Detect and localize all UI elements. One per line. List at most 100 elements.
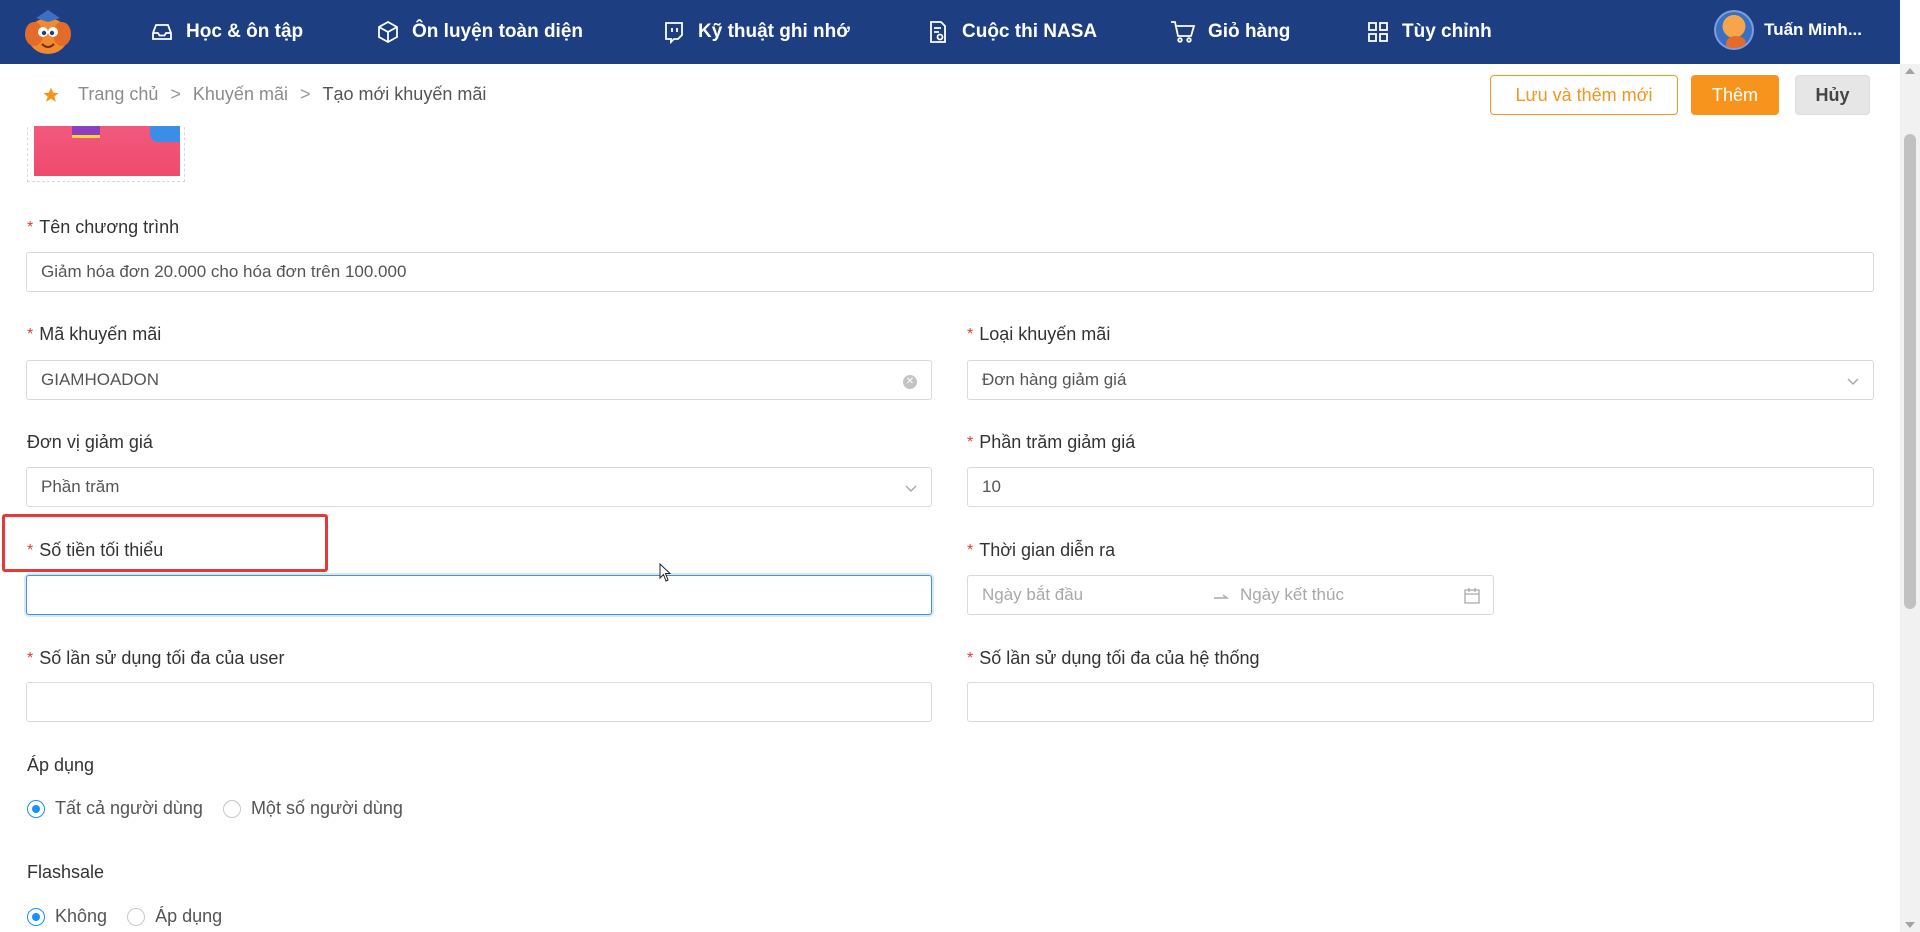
label-text: Loại khuyến mãi <box>979 324 1111 344</box>
flashsale-no-radio[interactable]: Không <box>27 906 107 927</box>
label-text: Flashsale <box>27 862 105 882</box>
calendar-icon <box>1464 588 1480 604</box>
top-navigation: Học & ôn tập Ôn luyện toàn diện Kỹ thuật… <box>0 0 1900 64</box>
required-mark: * <box>27 649 34 667</box>
app-root: Học & ôn tập Ôn luyện toàn diện Kỹ thuật… <box>0 0 1920 932</box>
cube-icon <box>378 20 398 44</box>
label-text: Thời gian diễn ra <box>979 540 1116 560</box>
scroll-down-arrow[interactable] <box>1905 922 1915 928</box>
save-and-add-new-button[interactable]: Lưu và thêm mới <box>1490 75 1678 115</box>
program-name-label: * Tên chương trình <box>27 217 179 238</box>
discount-percent-label: * Phần trăm giảm giá <box>967 432 1135 453</box>
breadcrumb-current: Tạo mới khuyến mãi <box>322 84 487 104</box>
radio-unselected-icon <box>127 907 146 926</box>
required-mark: * <box>27 325 34 343</box>
promo-code-input[interactable]: GIAMHOADON ✕ <box>26 360 932 400</box>
apply-label: Áp dụng <box>27 755 94 776</box>
cart-icon <box>1171 21 1196 43</box>
chevron-down-icon <box>905 485 917 493</box>
mouse-cursor-icon <box>659 563 672 582</box>
breadcrumb: Trang chủ > Khuyến mãi > Tạo mới khuyến … <box>42 84 486 105</box>
nav-item-on-luyen[interactable]: Ôn luyện toàn diện <box>376 0 583 64</box>
end-date-input[interactable]: Ngày kết thúc <box>1240 585 1344 605</box>
start-date-input[interactable]: Ngày bắt đầu <box>982 585 1083 605</box>
nav-item-label: Kỹ thuật ghi nhớ <box>698 21 850 42</box>
grid-icon <box>1368 22 1388 42</box>
cancel-button[interactable]: Hủy <box>1795 75 1870 115</box>
user-name: Tuấn Minh... <box>1764 20 1862 39</box>
discount-unit-select[interactable]: Phần trăm <box>26 467 932 507</box>
nav-item-tuy-chinh[interactable]: Tùy chỉnh <box>1366 0 1492 64</box>
discount-percent-input[interactable]: 10 <box>967 467 1874 507</box>
apply-radio-group: Tất cả người dùng Một số người dùng <box>27 798 423 819</box>
clear-icon[interactable]: ✕ <box>903 375 917 389</box>
radio-label: Áp dụng <box>155 906 223 926</box>
twitch-chat-icon <box>665 22 683 44</box>
nav-item-label: Cuộc thi NASA <box>962 21 1098 42</box>
label-text: Áp dụng <box>27 755 95 775</box>
nav-item-label: Học & ôn tập <box>186 21 304 42</box>
max-uses-system-label: * Số lần sử dụng tối đa của hệ thống <box>967 648 1260 669</box>
radio-label: Tất cả người dùng <box>55 798 203 818</box>
date-range-picker[interactable]: Ngày bắt đầu Ngày kết thúc <box>967 575 1494 615</box>
radio-label: Không <box>55 906 108 926</box>
label-text: Số tiền tối thiểu <box>39 540 164 560</box>
nav-item-cuoc-thi-nasa[interactable]: Cuộc thi NASA <box>926 0 1097 64</box>
radio-selected-icon <box>27 799 45 818</box>
page-scrollbar[interactable] <box>1900 64 1920 932</box>
min-amount-input[interactable] <box>26 575 932 615</box>
user-menu[interactable]: Tuấn Minh... <box>1714 10 1862 50</box>
program-name-input[interactable]: Giảm hóa đơn 20.000 cho hóa đơn trên 100… <box>26 252 1874 292</box>
chevron-down-icon <box>1847 378 1859 386</box>
required-mark: * <box>967 649 974 667</box>
app-logo[interactable] <box>22 8 74 56</box>
max-uses-system-input[interactable] <box>967 682 1874 722</box>
breadcrumb-home[interactable]: Trang chủ <box>78 84 158 105</box>
inbox-icon <box>152 24 172 40</box>
flashsale-apply-radio[interactable]: Áp dụng <box>127 906 222 927</box>
nav-item-label: Giỏ hàng <box>1208 21 1291 42</box>
scroll-up-arrow[interactable] <box>1905 68 1915 74</box>
label-text: Mã khuyến mãi <box>39 324 162 344</box>
promo-type-select[interactable]: Đơn hàng giảm giá <box>967 360 1874 400</box>
label-text: Tên chương trình <box>39 217 180 237</box>
banner-image-upload[interactable] <box>27 122 185 182</box>
document-icon <box>930 21 946 43</box>
flashsale-label: Flashsale <box>27 862 104 883</box>
banner-image <box>34 122 180 176</box>
radio-label: Một số người dùng <box>250 798 403 818</box>
breadcrumb-separator: > <box>299 84 311 104</box>
radio-unselected-icon <box>222 799 241 818</box>
nav-item-gio-hang[interactable]: Giỏ hàng <box>1170 0 1290 64</box>
star-icon <box>43 87 59 102</box>
min-amount-label: * Số tiền tối thiểu <box>27 540 163 561</box>
promo-type-value: Đơn hàng giảm giá <box>982 370 1127 389</box>
duration-label: * Thời gian diễn ra <box>967 540 1115 561</box>
nav-item-label: Tùy chỉnh <box>1402 21 1492 42</box>
add-button[interactable]: Thêm <box>1691 75 1779 115</box>
discount-unit-value: Phần trăm <box>41 477 120 496</box>
label-text: Số lần sử dụng tối đa của user <box>39 648 285 668</box>
nav-item-label: Ôn luyện toàn diện <box>412 21 584 42</box>
promo-code-label: * Mã khuyến mãi <box>27 324 161 345</box>
apply-all-users-radio[interactable]: Tất cả người dùng <box>27 798 203 819</box>
required-mark: * <box>27 218 34 236</box>
label-text: Phần trăm giảm giá <box>979 432 1136 452</box>
required-mark: * <box>27 541 34 559</box>
apply-some-users-radio[interactable]: Một số người dùng <box>222 798 403 819</box>
scrollbar-thumb[interactable] <box>1904 134 1916 609</box>
nav-item-ky-thuat-ghi-nho[interactable]: Kỹ thuật ghi nhớ <box>662 0 850 64</box>
arrow-right-icon <box>1214 594 1230 599</box>
breadcrumb-section[interactable]: Khuyến mãi <box>193 84 288 105</box>
max-uses-user-input[interactable] <box>26 682 932 722</box>
required-mark: * <box>967 541 974 559</box>
required-mark: * <box>967 433 974 451</box>
label-text: Đơn vị giảm giá <box>27 432 153 452</box>
label-text: Số lần sử dụng tối đa của hệ thống <box>979 648 1260 668</box>
promo-type-label: * Loại khuyến mãi <box>967 324 1110 345</box>
required-mark: * <box>967 325 974 343</box>
discount-unit-label: Đơn vị giảm giá <box>27 432 153 453</box>
promo-code-value: GIAMHOADON <box>41 370 160 389</box>
nav-item-hoc-on-tap[interactable]: Học & ôn tập <box>150 0 303 64</box>
radio-selected-icon <box>27 907 45 926</box>
